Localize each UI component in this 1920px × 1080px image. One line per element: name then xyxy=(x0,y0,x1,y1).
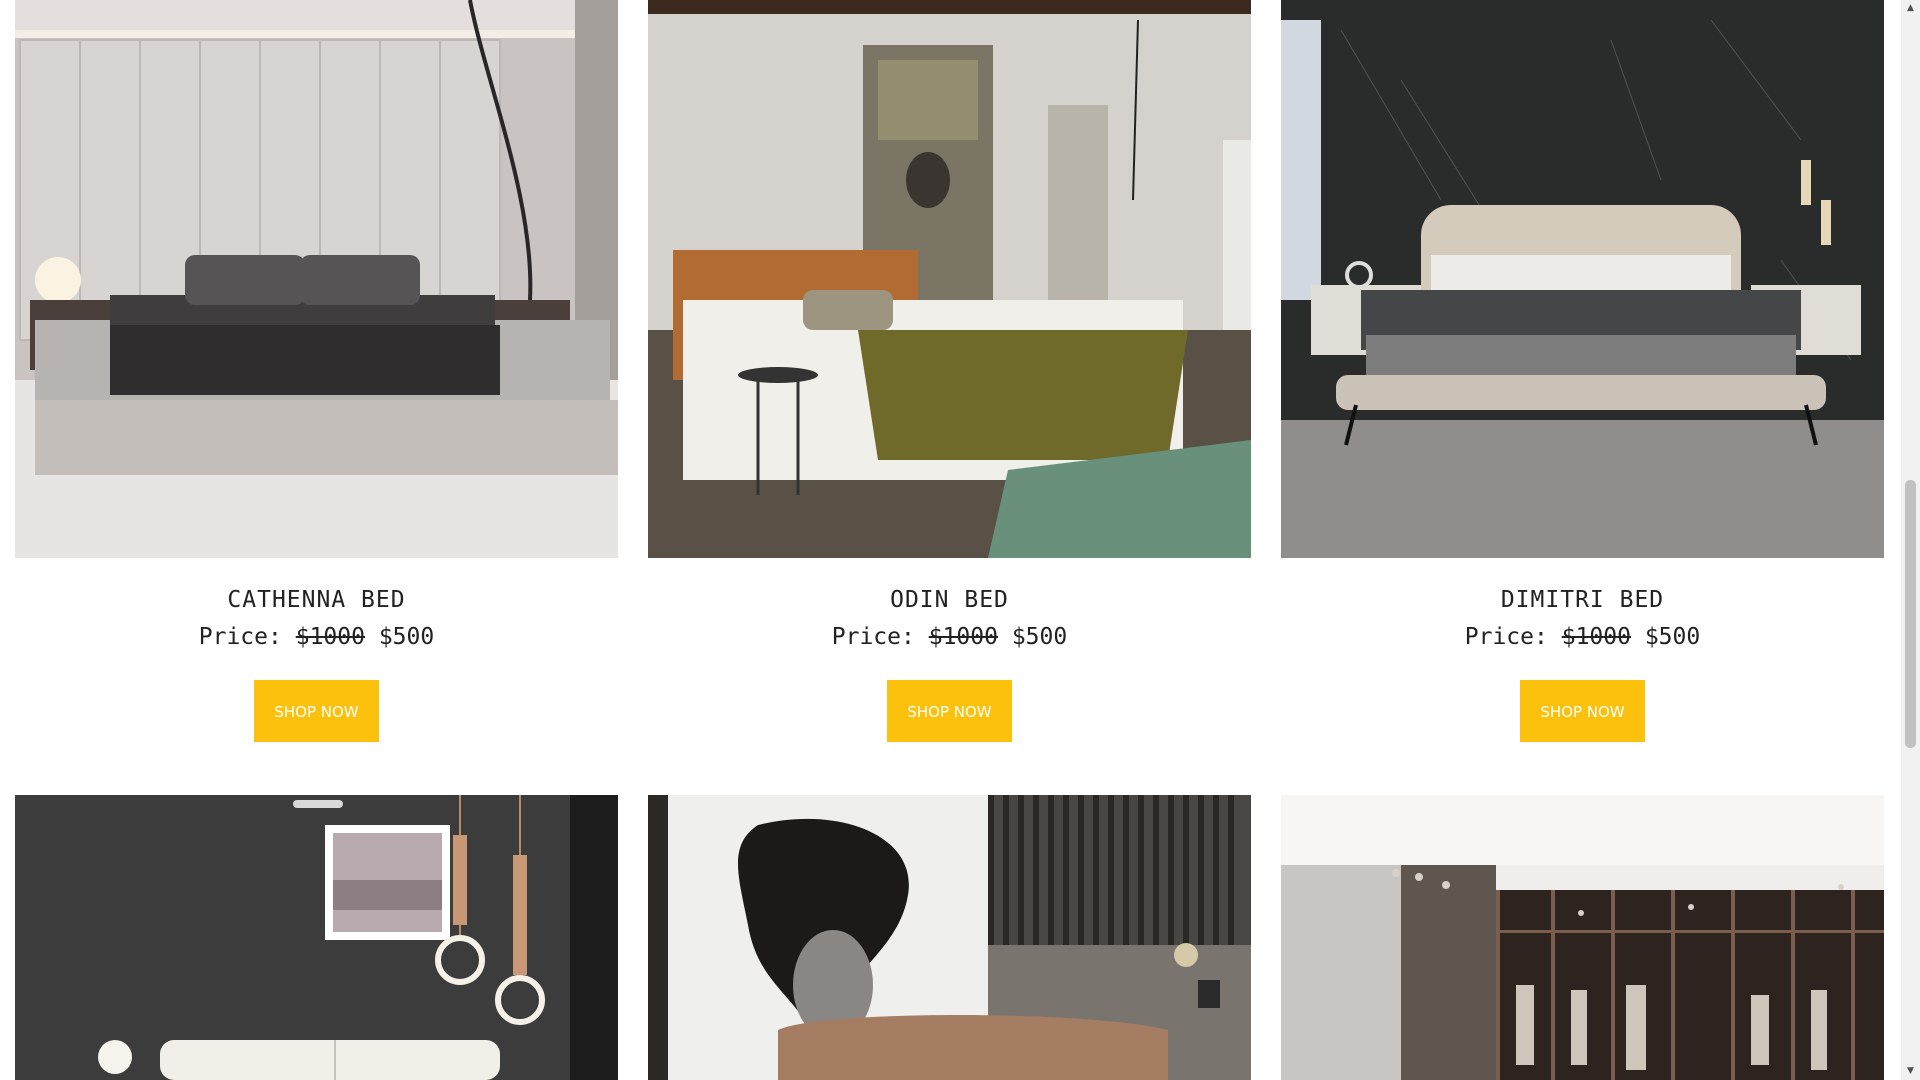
product-info: ODIN BED Price: $1000 $500 SHOP NOW xyxy=(648,586,1251,742)
new-price: $500 xyxy=(378,624,435,650)
product-name: ODIN BED xyxy=(890,587,1009,613)
old-price: $1000 xyxy=(295,624,365,650)
scroll-up-icon[interactable]: ▲ xyxy=(1901,0,1920,17)
shop-now-button[interactable]: SHOP NOW xyxy=(1520,680,1645,742)
price-line: Price: $1000 $500 xyxy=(648,622,1251,652)
price-label: Price: xyxy=(831,624,915,650)
price-line: Price: $1000 $500 xyxy=(15,622,618,652)
product-image-odin[interactable] xyxy=(648,0,1251,558)
product-card-dimitri: DIMITRI BED Price: $1000 $500 SHOP NOW xyxy=(1281,0,1884,742)
scroll-thumb[interactable] xyxy=(1905,480,1916,748)
product-image-cathenna[interactable] xyxy=(15,0,618,558)
price-line: Price: $1000 $500 xyxy=(1281,622,1884,652)
product-card-odin: ODIN BED Price: $1000 $500 SHOP NOW xyxy=(648,0,1251,742)
scroll-down-icon[interactable]: ▼ xyxy=(1901,1063,1920,1080)
new-price: $500 xyxy=(1644,624,1701,650)
product-card-row2-1 xyxy=(15,795,618,1080)
product-info: CATHENNA BED Price: $1000 $500 SHOP NOW xyxy=(15,586,618,742)
product-card-row2-3 xyxy=(1281,795,1884,1080)
product-card-cathenna: CATHENNA BED Price: $1000 $500 SHOP NOW xyxy=(15,0,618,742)
old-price: $1000 xyxy=(928,624,998,650)
page: CATHENNA BED Price: $1000 $500 SHOP NOW xyxy=(0,0,1920,1080)
vertical-scrollbar[interactable]: ▲ ▼ xyxy=(1901,0,1920,1080)
product-image-mural[interactable] xyxy=(648,795,1251,1080)
product-image-pendant[interactable] xyxy=(15,795,618,1080)
old-price: $1000 xyxy=(1561,624,1631,650)
price-label: Price: xyxy=(198,624,282,650)
new-price: $500 xyxy=(1011,624,1068,650)
price-label: Price: xyxy=(1464,624,1548,650)
product-name: DIMITRI BED xyxy=(1500,587,1665,613)
product-info: DIMITRI BED Price: $1000 $500 SHOP NOW xyxy=(1281,586,1884,742)
product-image-wardrobe[interactable] xyxy=(1281,795,1884,1080)
shop-now-button[interactable]: SHOP NOW xyxy=(254,680,379,742)
product-card-row2-2 xyxy=(648,795,1251,1080)
product-image-dimitri[interactable] xyxy=(1281,0,1884,558)
shop-now-button[interactable]: SHOP NOW xyxy=(887,680,1012,742)
product-name: CATHENNA BED xyxy=(227,587,406,613)
